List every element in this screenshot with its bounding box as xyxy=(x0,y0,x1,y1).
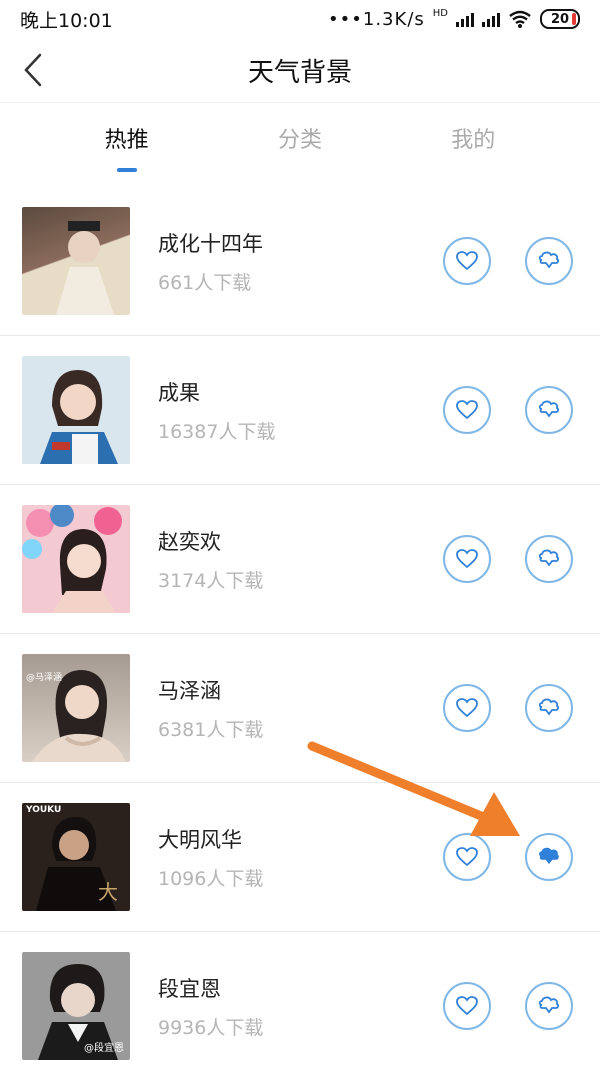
thumbnail-image: 大 YOUKU xyxy=(22,803,130,911)
heart-icon xyxy=(456,698,478,718)
item-info: 大明风华 1096人下载 xyxy=(158,824,443,891)
list-item[interactable]: 赵奕欢 3174人下载 xyxy=(0,485,600,634)
tab-category[interactable]: 分类 xyxy=(220,122,380,154)
svg-text:大: 大 xyxy=(98,880,118,904)
tab-mine[interactable]: 我的 xyxy=(393,122,553,154)
download-icon xyxy=(538,251,559,269)
heart-icon xyxy=(456,251,478,271)
list-item[interactable]: @段宜恩 段宜恩 9936人下载 xyxy=(0,932,600,1080)
favorite-button[interactable] xyxy=(443,535,491,583)
thumbnail-image xyxy=(22,505,130,613)
item-actions xyxy=(443,833,573,881)
heart-icon xyxy=(456,549,478,569)
heart-icon xyxy=(456,996,478,1016)
thumbnail-image xyxy=(22,207,130,315)
list-item[interactable]: 成化十四年 661人下载 xyxy=(0,187,600,336)
favorite-button[interactable] xyxy=(443,237,491,285)
thumbnail-image: @段宜恩 xyxy=(22,952,130,1060)
status-bar: 晚上10:01 •••1.3K/s HD 20 xyxy=(0,0,600,38)
download-icon xyxy=(538,996,559,1014)
hd-label: HD xyxy=(432,7,448,19)
battery-indicator: 20 xyxy=(540,9,580,29)
signal-icon xyxy=(456,11,474,27)
download-button[interactable] xyxy=(525,684,573,732)
favorite-button[interactable] xyxy=(443,386,491,434)
list-item[interactable]: 成果 16387人下载 xyxy=(0,336,600,485)
tab-hot[interactable]: 热推 xyxy=(47,122,207,154)
signal-icon-2 xyxy=(482,11,500,27)
list-item[interactable]: 大 YOUKU 大明风华 1096人下载 xyxy=(0,783,600,932)
chevron-left-icon xyxy=(24,53,42,87)
download-icon-filled xyxy=(539,847,559,865)
back-button[interactable] xyxy=(18,52,48,88)
heart-icon xyxy=(456,400,478,420)
item-title: 成化十四年 xyxy=(158,231,263,256)
item-download-count: 9936人下载 xyxy=(158,1016,264,1039)
top-header: 天气背景 xyxy=(0,38,600,103)
item-title: 赵奕欢 xyxy=(158,529,221,554)
status-time: 晚上10:01 xyxy=(20,9,113,32)
item-download-count: 661人下载 xyxy=(158,271,252,294)
wifi-icon xyxy=(509,10,531,28)
download-button-downloaded[interactable] xyxy=(525,833,573,881)
download-button[interactable] xyxy=(525,982,573,1030)
favorite-button[interactable] xyxy=(443,982,491,1030)
download-icon xyxy=(538,400,559,418)
thumbnail-watermark: @段宜恩 xyxy=(84,1043,124,1054)
thumbnail-watermark: YOUKU xyxy=(26,805,62,815)
list-item[interactable]: @马泽涵 马泽涵 6381人下载 xyxy=(0,634,600,783)
item-title: 大明风华 xyxy=(158,827,242,852)
item-download-count: 3174人下载 xyxy=(158,569,264,592)
item-title: 段宜恩 xyxy=(158,976,221,1001)
download-icon xyxy=(538,698,559,716)
thumbnail-image: @马泽涵 xyxy=(22,654,130,762)
item-actions xyxy=(443,386,573,434)
download-icon xyxy=(538,549,559,567)
item-actions xyxy=(443,535,573,583)
item-actions xyxy=(443,684,573,732)
item-download-count: 1096人下载 xyxy=(158,867,264,890)
battery-level: 20 xyxy=(550,11,570,27)
item-info: 段宜恩 9936人下载 xyxy=(158,973,443,1040)
item-info: 赵奕欢 3174人下载 xyxy=(158,526,443,593)
heart-icon xyxy=(456,847,478,867)
thumbnail-watermark: @马泽涵 xyxy=(26,673,63,683)
item-title: 成果 xyxy=(158,380,200,405)
download-button[interactable] xyxy=(525,535,573,583)
favorite-button[interactable] xyxy=(443,684,491,732)
background-list: 成化十四年 661人下载 成果 16387人下载 赵奕欢 3174人下载 @马泽… xyxy=(0,187,600,1080)
network-speed: •••1.3K/s xyxy=(328,8,425,30)
item-download-count: 16387人下载 xyxy=(158,420,276,443)
item-download-count: 6381人下载 xyxy=(158,718,264,741)
tab-bar: 热推 分类 我的 xyxy=(0,103,600,173)
status-icons: •••1.3K/s HD 20 xyxy=(328,7,580,30)
item-actions xyxy=(443,982,573,1030)
download-button[interactable] xyxy=(525,237,573,285)
page-title: 天气背景 xyxy=(247,57,352,88)
item-actions xyxy=(443,237,573,285)
favorite-button[interactable] xyxy=(443,833,491,881)
item-info: 成化十四年 661人下载 xyxy=(158,228,443,295)
thumbnail-image xyxy=(22,356,130,464)
item-info: 马泽涵 6381人下载 xyxy=(158,675,443,742)
download-button[interactable] xyxy=(525,386,573,434)
item-title: 马泽涵 xyxy=(158,678,221,703)
item-info: 成果 16387人下载 xyxy=(158,377,443,444)
